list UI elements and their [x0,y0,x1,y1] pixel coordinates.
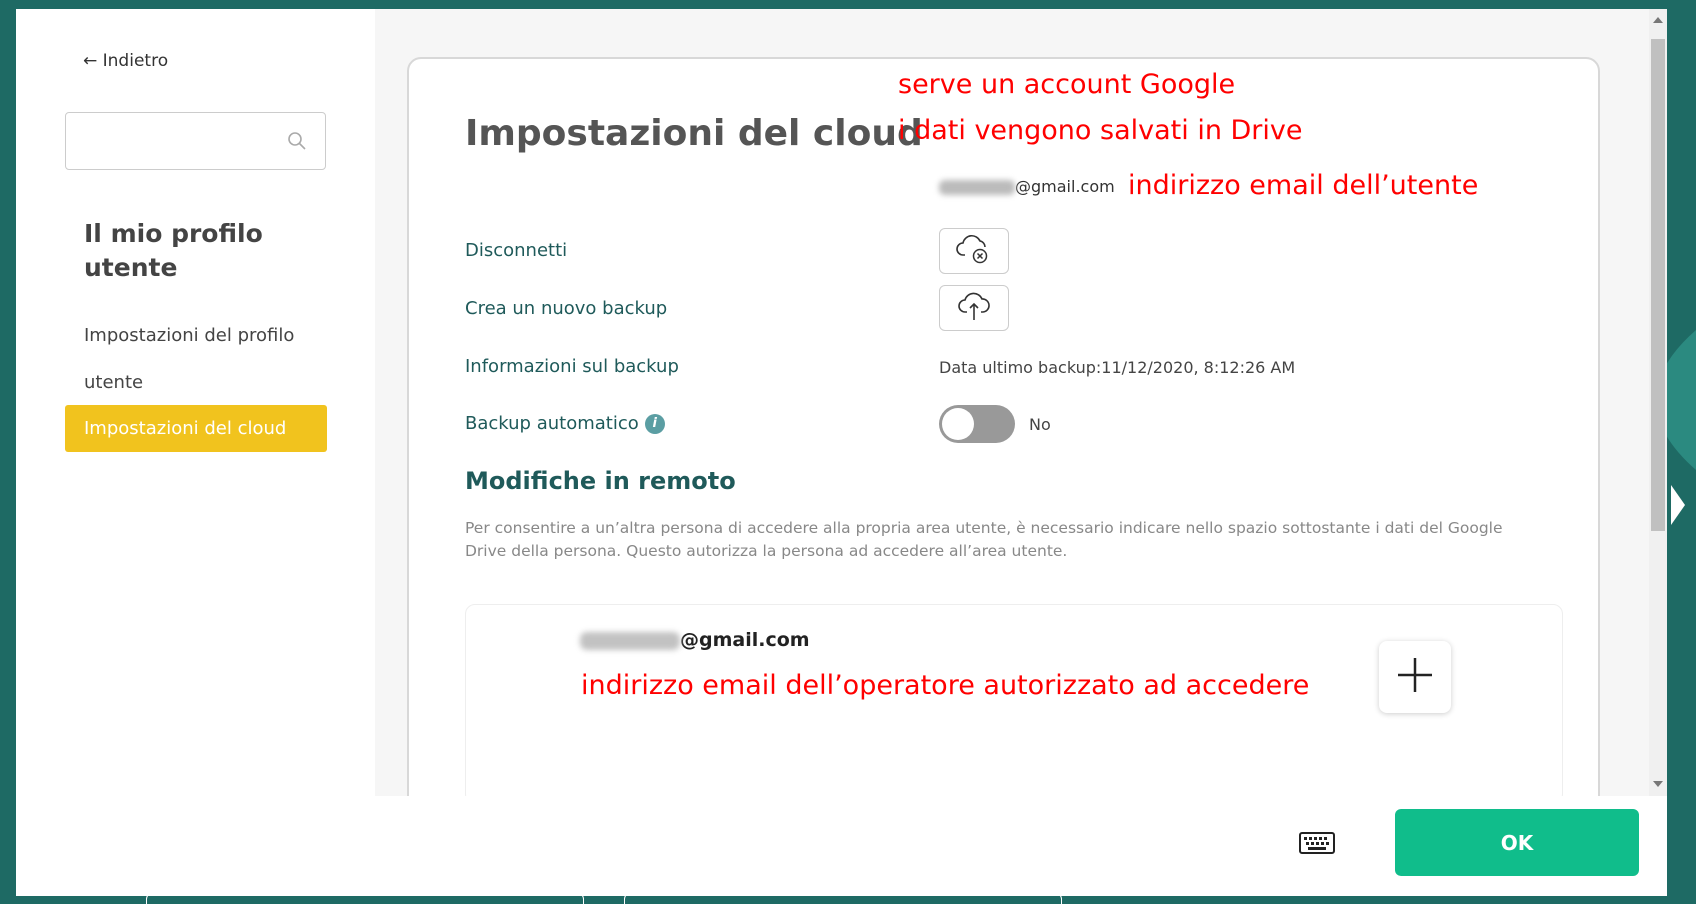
auto-backup-toggle[interactable] [939,405,1015,443]
annotation-user-email: indirizzo email dell’utente [1128,170,1479,201]
cloud-upload-icon [956,290,992,326]
background-tab [624,893,1062,904]
ok-button[interactable]: OK [1395,809,1639,876]
authorized-email: @gmail.com [580,629,810,651]
disconnect-label: Disconnetti [465,240,568,261]
remote-section-description: Per consentire a un’altra persona di acc… [465,519,1503,560]
toggle-knob [942,408,974,440]
sidebar-item-profile-settings[interactable]: Impostazioni del profilo utente [84,312,324,406]
profile-title: Il mio profilo utente [84,219,263,282]
annotation-saved-in-drive: i dati vengono salvati in Drive [898,115,1303,146]
side-expand-arrow[interactable] [1671,485,1685,525]
page-title: Impostazioni del cloud [465,113,923,154]
sidebar: ← Indietro Il mio profilo utente Imposta… [16,9,375,896]
backup-info-value: Data ultimo backup:11/12/2020, 8:12:26 A… [939,358,1296,377]
authorized-email-suffix: @gmail.com [680,629,810,651]
back-link[interactable]: ← Indietro [83,51,168,71]
scroll-down-arrow[interactable] [1653,781,1663,787]
remote-section-title: Modifiche in remoto [465,467,736,495]
scroll-up-arrow[interactable] [1653,17,1663,23]
search-input[interactable] [78,113,282,171]
search-field[interactable] [65,112,326,171]
info-icon[interactable]: i [644,414,665,434]
background-tab [146,893,584,904]
sidebar-item-cloud-settings[interactable]: Impostazioni del cloud [65,405,327,452]
new-backup-label: Crea un nuovo backup [465,298,668,319]
search-icon [287,131,307,155]
add-authorized-user-button[interactable] [1379,641,1451,713]
auto-backup-row: Backup automatico i [465,413,665,434]
auto-backup-state: No [1029,415,1051,434]
account-email: @gmail.com [939,177,1115,196]
redacted-email-part [939,180,1015,195]
disconnect-button[interactable] [939,228,1009,274]
backup-info-label: Informazioni sul backup [465,356,679,377]
annotation-operator-email: indirizzo email dell’operatore autorizza… [581,670,1310,701]
account-email-suffix: @gmail.com [1015,177,1115,196]
cloud-x-icon [956,233,992,269]
annotation-google-account: serve un account Google [898,69,1236,100]
main-content: Impostazioni del cloud serve un account … [375,9,1667,817]
new-backup-button[interactable] [939,285,1009,331]
scrollbar-thumb[interactable] [1651,39,1665,531]
settings-window: ← Indietro Il mio profilo utente Imposta… [16,9,1667,896]
auto-backup-label: Backup automatico [465,413,639,434]
plus-icon [1395,655,1435,699]
redacted-email-part [580,631,680,650]
keyboard-icon[interactable] [1299,832,1335,858]
